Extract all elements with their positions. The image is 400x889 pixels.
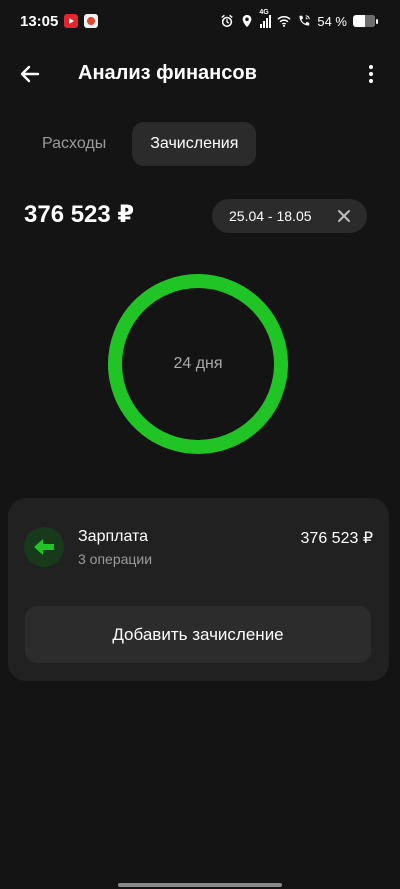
date-range-label: 25.04 - 18.05	[229, 208, 312, 224]
total-amount: 376 523 ₽	[24, 201, 135, 228]
ring-period-label: 24 дня	[173, 355, 223, 372]
network-type: 4G	[259, 9, 269, 16]
home-indicator[interactable]	[118, 883, 282, 887]
cellular-signal-icon: 4G	[259, 9, 272, 28]
income-ring-chart: 24 дня	[107, 273, 289, 455]
income-amount: 376 523 ₽	[300, 530, 373, 547]
income-title: Зарплата	[78, 528, 149, 545]
tab-expenses[interactable]: Расходы	[24, 122, 124, 166]
income-category-badge	[24, 527, 64, 567]
back-button[interactable]	[14, 58, 46, 90]
more-vertical-icon	[369, 65, 373, 69]
add-income-button[interactable]: Добавить зачисление	[25, 606, 371, 663]
tab-income[interactable]: Зачисления	[132, 122, 257, 166]
app-notification-icon	[84, 14, 99, 28]
income-operations-count: 3 операции	[78, 551, 153, 567]
page-title: Анализ финансов	[78, 62, 257, 84]
wifi-icon	[277, 16, 291, 27]
status-time: 13:05	[20, 12, 59, 30]
date-range-chip[interactable]: 25.04 - 18.05	[212, 199, 367, 233]
battery-percent: 54 %	[317, 13, 347, 29]
youtube-app-icon	[64, 14, 79, 28]
arrow-left-icon	[20, 65, 40, 83]
app-header: Анализ финансов	[0, 52, 400, 96]
arrow-left-icon	[34, 539, 54, 555]
list-item[interactable]: Зарплата 3 операции 376 523 ₽	[24, 526, 373, 570]
battery-icon	[353, 15, 378, 27]
more-menu-button[interactable]	[360, 58, 382, 90]
income-card: Зарплата 3 операции 376 523 ₽ Добавить з…	[8, 498, 389, 681]
alarm-icon	[221, 14, 234, 28]
status-bar: 13:05 4G 54 %	[0, 0, 400, 42]
tab-bar: Расходы Зачисления	[24, 122, 257, 166]
close-icon[interactable]	[335, 207, 353, 225]
call-icon	[299, 15, 311, 26]
location-icon	[242, 14, 252, 28]
